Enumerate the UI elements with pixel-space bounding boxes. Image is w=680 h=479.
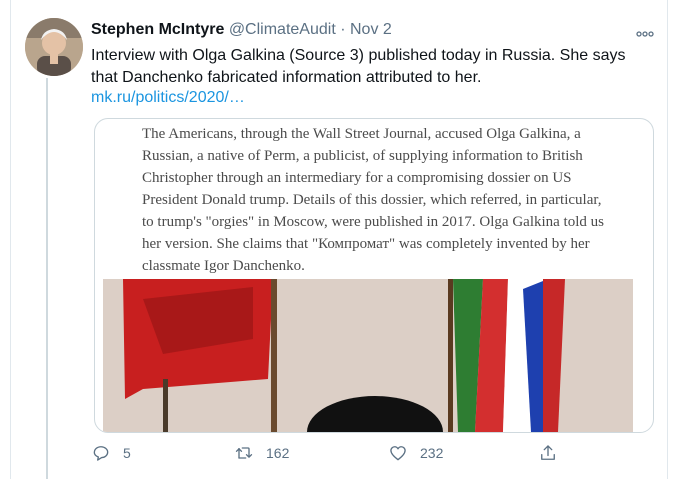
retweet-icon [235,447,253,459]
like-button[interactable]: 232 [388,441,443,465]
share-icon [541,445,555,460]
share-button[interactable] [538,441,570,465]
retweet-button[interactable]: 162 [234,441,289,465]
tweet-date[interactable]: Nov 2 [350,21,392,38]
article-excerpt: The Americans, through the Wall Street J… [142,126,604,274]
action-bar: 5 162 232 [91,441,561,465]
retweet-count: 162 [266,445,290,461]
more-icon[interactable] [636,24,654,42]
avatar[interactable] [25,18,83,76]
tweet-header: Stephen McIntyre @ClimateAudit · Nov 2 [91,21,392,39]
avatar-image [25,18,83,76]
reply-count: 5 [123,445,131,461]
separator-dot: · [340,21,346,38]
article-photo [103,279,633,432]
author-handle[interactable]: @ClimateAudit [229,21,336,38]
thread-line [46,78,48,479]
tweet-link[interactable]: mk.ru/politics/2020/… [91,89,245,107]
reply-icon [93,446,109,461]
reply-button[interactable]: 5 [91,441,131,465]
like-icon [390,446,406,461]
author-name[interactable]: Stephen McIntyre [91,21,224,38]
like-count: 232 [420,445,444,461]
media-card[interactable]: The Americans, through the Wall Street J… [94,118,654,433]
tweet-text: Interview with Olga Galkina (Source 3) p… [91,47,626,86]
